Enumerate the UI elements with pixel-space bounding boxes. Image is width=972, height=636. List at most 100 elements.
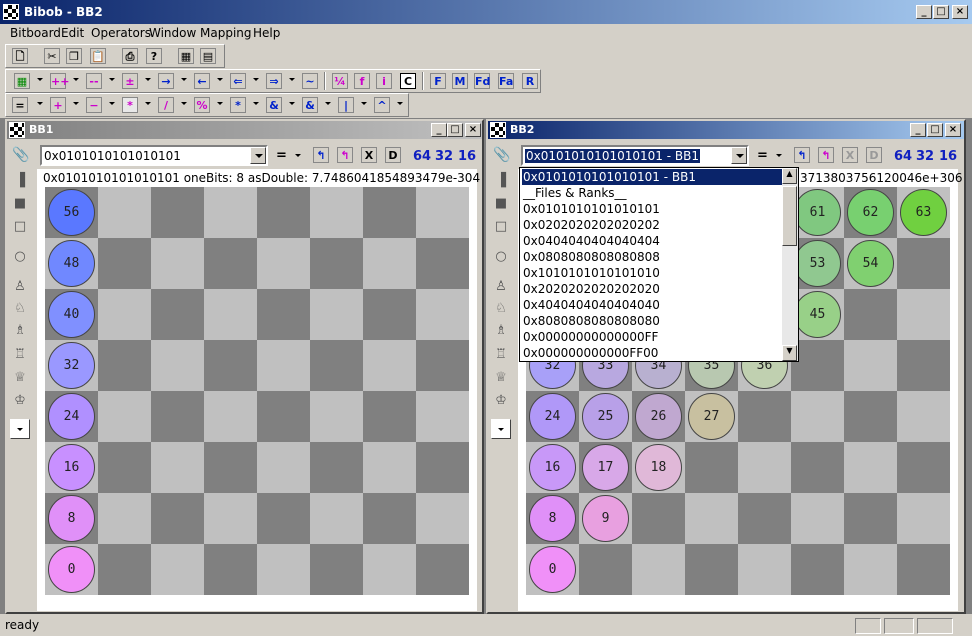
bit-ball[interactable]: 62 <box>847 189 894 236</box>
close-icon[interactable]: × <box>465 123 481 137</box>
close-icon[interactable]: × <box>952 5 968 19</box>
board-square[interactable] <box>844 544 897 595</box>
board-square[interactable] <box>310 187 363 238</box>
board-square[interactable] <box>844 493 897 544</box>
and-not-icon[interactable]: & <box>302 97 318 113</box>
queen-icon[interactable]: ♕ <box>10 368 30 388</box>
fd-icon[interactable]: Fd <box>474 73 490 89</box>
board-square[interactable] <box>151 544 204 595</box>
board-square[interactable] <box>98 187 151 238</box>
board-square[interactable] <box>204 340 257 391</box>
minimize-icon[interactable]: _ <box>910 123 926 137</box>
board-square[interactable] <box>257 187 310 238</box>
shift-left-icon[interactable]: ← <box>194 73 210 89</box>
board-square[interactable] <box>897 391 950 442</box>
board-square[interactable] <box>632 493 685 544</box>
chevron-down-icon[interactable] <box>73 78 79 81</box>
board-square[interactable] <box>363 187 416 238</box>
maximize-icon[interactable]: □ <box>447 123 463 137</box>
board-square[interactable] <box>416 289 469 340</box>
board-square[interactable] <box>844 340 897 391</box>
dropdown-option[interactable]: 0x4040404040404040 <box>522 297 782 313</box>
circle-icon[interactable]: ○ <box>491 247 511 267</box>
board-square[interactable] <box>416 187 469 238</box>
paperclip-icon[interactable]: 📎 <box>12 147 29 167</box>
bit-ball[interactable]: 26 <box>635 393 682 440</box>
circle-icon[interactable]: ○ <box>10 247 30 267</box>
board-square[interactable] <box>151 493 204 544</box>
board-square[interactable] <box>363 544 416 595</box>
board-square[interactable] <box>98 238 151 289</box>
board-square[interactable] <box>257 442 310 493</box>
pawn-icon[interactable]: ♙ <box>10 277 30 297</box>
multiply-icon[interactable]: * <box>122 97 138 113</box>
king-icon[interactable]: ♔ <box>10 391 30 411</box>
subtract-icon[interactable]: − <box>86 97 102 113</box>
square-empty-icon[interactable]: □ <box>10 217 30 237</box>
board-square[interactable] <box>897 340 950 391</box>
board-square[interactable] <box>416 544 469 595</box>
dropdown-option[interactable]: __Files & Ranks__ <box>522 185 782 201</box>
chevron-down-icon[interactable] <box>250 147 266 164</box>
shift-right-icon[interactable]: → <box>158 73 174 89</box>
board-square[interactable] <box>363 238 416 289</box>
board-square[interactable] <box>416 238 469 289</box>
dropdown-option[interactable]: 0x000000000000FF00 <box>522 345 782 361</box>
operator-select[interactable]: = <box>757 148 768 163</box>
chevron-down-icon[interactable] <box>109 78 115 81</box>
size-32-button[interactable]: 32 <box>435 149 453 164</box>
board-square[interactable] <box>98 340 151 391</box>
board-square[interactable] <box>151 442 204 493</box>
xor-icon[interactable]: ^ <box>374 97 390 113</box>
dropdown-option[interactable]: 0x0404040404040404 <box>522 233 782 249</box>
board-square[interactable] <box>791 544 844 595</box>
f-icon[interactable]: F <box>430 73 446 89</box>
scroll-thumb[interactable] <box>782 186 797 246</box>
board-square[interactable] <box>738 493 791 544</box>
m-icon[interactable]: M <box>452 73 468 89</box>
menu-bitboard[interactable]: Bitboard <box>10 26 61 40</box>
bit-ball[interactable]: 24 <box>48 393 95 440</box>
chevron-down-icon[interactable] <box>325 102 331 105</box>
scrollbar[interactable]: ▲ ▼ <box>782 168 798 361</box>
or-icon[interactable]: | <box>338 97 354 113</box>
plus-minus-icon[interactable]: ± <box>122 73 138 89</box>
chevron-down-icon[interactable] <box>109 102 115 105</box>
bb2-combo-value[interactable]: 0x0101010101010101 - BB1 <box>525 149 700 163</box>
board-square[interactable] <box>632 544 685 595</box>
shift-f-icon[interactable]: f <box>354 73 370 89</box>
dropdown-option[interactable]: 0x00000000000000FF <box>522 329 782 345</box>
dropdown-option[interactable]: 0x2020202020202020 <box>522 281 782 297</box>
size-16-button[interactable]: 16 <box>939 149 957 164</box>
print-icon[interactable]: ⎙ <box>122 48 138 64</box>
operator-select[interactable]: = <box>276 148 287 163</box>
chevron-down-icon[interactable] <box>217 78 223 81</box>
board-icon[interactable]: ▐ <box>10 171 30 191</box>
bit-ball[interactable]: 16 <box>48 444 95 491</box>
minimize-icon[interactable]: _ <box>431 123 447 137</box>
bit-ball[interactable]: 8 <box>48 495 95 542</box>
board-square[interactable] <box>151 289 204 340</box>
scroll-up-icon[interactable]: ▲ <box>782 168 797 184</box>
menu-mapping[interactable]: Mapping <box>200 26 252 40</box>
board-square[interactable] <box>844 391 897 442</box>
chevron-down-icon[interactable] <box>295 154 301 157</box>
board-square[interactable] <box>844 289 897 340</box>
king-icon[interactable]: ♔ <box>491 391 511 411</box>
size-32-button[interactable]: 32 <box>916 149 934 164</box>
queen-icon[interactable]: ♕ <box>491 368 511 388</box>
board-square[interactable] <box>791 442 844 493</box>
new-icon[interactable]: 🗋 <box>12 48 28 64</box>
knight-icon[interactable]: ♘ <box>491 299 511 319</box>
shift-i-icon[interactable]: i <box>376 73 392 89</box>
board-square[interactable] <box>257 391 310 442</box>
bit-ball[interactable]: 25 <box>582 393 629 440</box>
board-square[interactable] <box>363 493 416 544</box>
paste-icon[interactable]: 📋 <box>90 48 106 64</box>
bit-ball[interactable]: 53 <box>794 240 841 287</box>
sidebar-dropdown[interactable] <box>10 419 30 439</box>
rotate-right-icon[interactable]: ⇒ <box>266 73 282 89</box>
chevron-down-icon[interactable] <box>361 102 367 105</box>
double-plus-icon[interactable]: ++ <box>50 73 69 89</box>
bit-ball[interactable]: 63 <box>900 189 947 236</box>
